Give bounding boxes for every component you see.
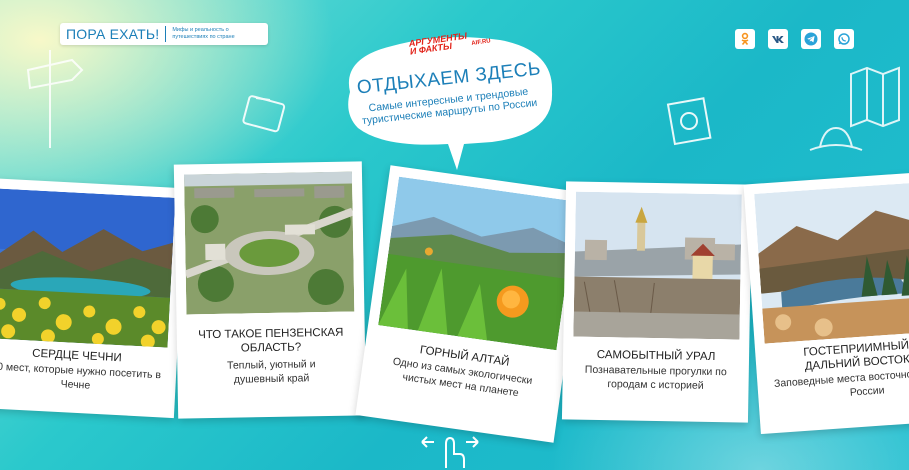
brand-badge[interactable]: ПОРА ЕХАТЬ! Мифы и реальность о путешест… xyxy=(60,23,269,45)
brand-divider xyxy=(165,26,167,42)
hero-bubble: АРГУМЕНТЫ И ФАКТЫ AIF.RU ОТДЫХАЕМ ЗДЕСЬ … xyxy=(332,30,558,170)
swipe-hint-icon xyxy=(421,436,479,468)
route-card-penza[interactable]: ЧТО ТАКОЕ ПЕНЗЕНСКАЯ ОБЛАСТЬ? Теплый, ую… xyxy=(173,161,367,419)
card-description: Познавательные прогулки по городам с ист… xyxy=(584,363,727,392)
whatsapp-button[interactable] xyxy=(834,29,854,49)
signpost-doodle-icon xyxy=(26,50,84,148)
route-card-chechnya[interactable]: СЕРДЦЕ ЧЕЧНИ 10 мест, которые нужно посе… xyxy=(0,177,186,419)
suitcase-doodle-icon xyxy=(242,95,286,133)
penza-photo xyxy=(183,171,355,315)
card-description: Теплый, уютный и душевный край xyxy=(226,358,316,386)
social-links xyxy=(735,29,854,49)
brand-tagline: Мифы и реальность о путешествиях по стра… xyxy=(172,27,235,40)
telegram-button[interactable] xyxy=(801,29,821,49)
vk-icon xyxy=(772,36,784,43)
whatsapp-icon xyxy=(838,33,850,45)
route-card-far-east[interactable]: ГОСТЕПРИИМНЫЙ ДАЛЬНИЙ ВОСТОК Заповедные … xyxy=(743,171,909,435)
route-card-ural[interactable]: САМОБЫТНЫЙ УРАЛ Познавательные прогулки … xyxy=(561,181,753,423)
far-east-photo xyxy=(754,182,909,344)
chechnya-photo xyxy=(0,188,176,348)
telegram-icon xyxy=(804,32,818,46)
landing-stage: ПОРА ЕХАТЬ! Мифы и реальность о путешест… xyxy=(0,0,909,470)
route-card-altai[interactable]: ГОРНЫЙ АЛТАЙ Одно из самых экологически … xyxy=(355,165,589,443)
card-title: ЧТО ТАКОЕ ПЕНЗЕНСКАЯ ОБЛАСТЬ? xyxy=(198,326,344,355)
odnoklassniki-icon xyxy=(741,32,749,46)
ural-photo xyxy=(573,191,742,340)
scarf-doodle-icon xyxy=(666,97,712,146)
altai-photo xyxy=(378,176,578,351)
vk-button[interactable] xyxy=(768,29,788,49)
hat-doodle-icon xyxy=(809,126,863,151)
odnoklassniki-button[interactable] xyxy=(735,29,755,49)
brand-name: ПОРА ЕХАТЬ! xyxy=(66,26,160,42)
